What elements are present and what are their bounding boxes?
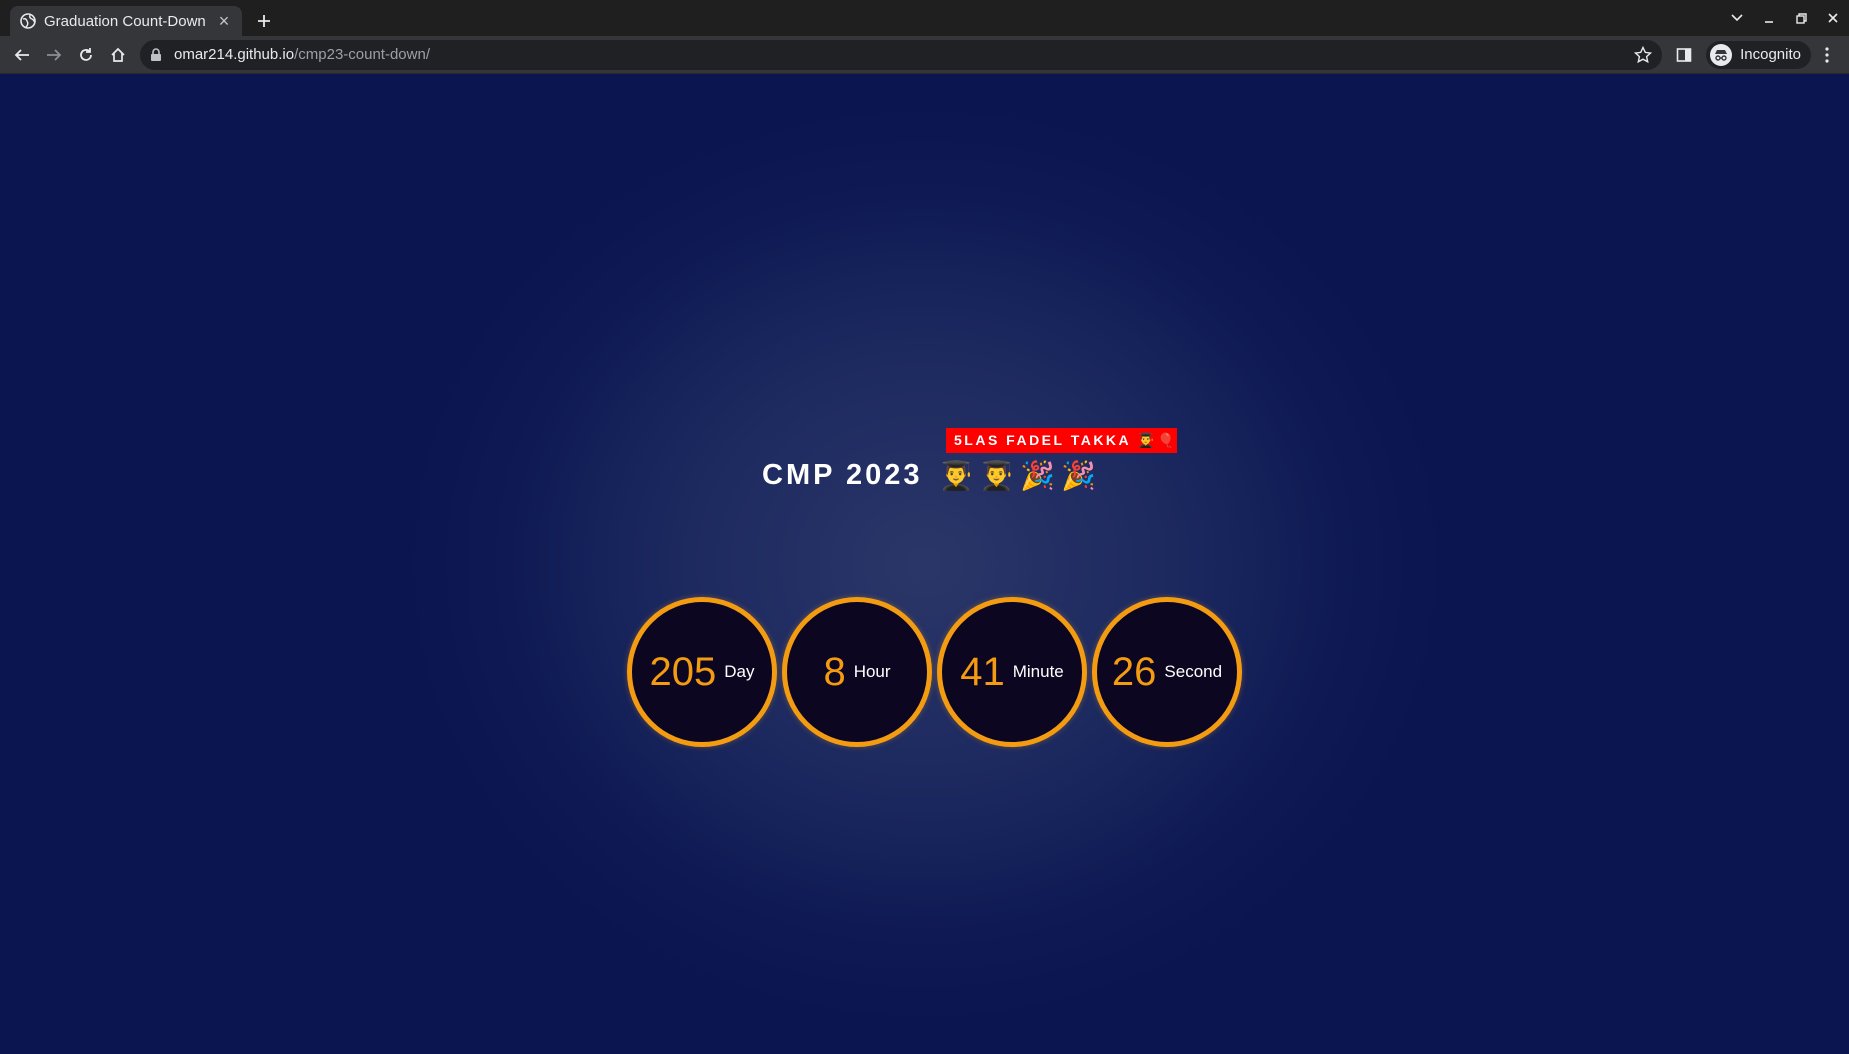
- globe-icon: [20, 13, 36, 29]
- chevron-down-icon: [1731, 14, 1743, 22]
- countdown-minutes: 41 Minute: [937, 597, 1087, 747]
- arrow-right-icon: [47, 48, 62, 61]
- incognito-icon: [1710, 43, 1733, 66]
- countdown-timer: 205 Day 8 Hour 41 Minute 26 Second: [627, 597, 1242, 747]
- arrow-left-icon: [14, 48, 29, 61]
- home-icon: [111, 47, 125, 62]
- restore-button[interactable]: [1785, 0, 1817, 36]
- plus-icon: [258, 15, 270, 27]
- url-path: /cmp23-count-down/: [294, 46, 430, 63]
- url-host: omar214.github.io: [174, 46, 295, 63]
- reload-button[interactable]: [70, 39, 102, 71]
- bookmark-star-icon[interactable]: [1634, 45, 1653, 64]
- close-window-button[interactable]: [1817, 0, 1849, 36]
- banner-ribbon: 5LAS FADEL TAKKA 👨‍🎓🎈: [946, 428, 1177, 453]
- countdown-days: 205 Day: [627, 597, 777, 747]
- lock-icon[interactable]: [150, 47, 164, 62]
- restore-icon: [1795, 12, 1807, 24]
- seconds-label: Second: [1164, 662, 1223, 681]
- minutes-value: 41: [960, 649, 1005, 694]
- tab-search-button[interactable]: [1721, 0, 1753, 36]
- tab-title: Graduation Count-Down: [44, 12, 206, 30]
- days-label: Day: [724, 662, 755, 681]
- close-tab-icon[interactable]: ×: [216, 12, 232, 30]
- page-content: 5LAS FADEL TAKKA 👨‍🎓🎈 CMP 2023 👨‍🎓👨‍🎓🎉🎉 …: [0, 74, 1849, 1054]
- home-button[interactable]: [102, 39, 134, 71]
- seconds-value: 26: [1111, 649, 1157, 694]
- minimize-button[interactable]: [1753, 0, 1785, 36]
- hours-label: Hour: [853, 662, 891, 681]
- forward-button[interactable]: [38, 39, 70, 71]
- side-panel-icon: [1676, 47, 1692, 62]
- new-tab-button[interactable]: [250, 7, 278, 35]
- minimize-icon: [1765, 21, 1773, 23]
- address-bar[interactable]: omar214.github.io/cmp23-count-down/: [140, 39, 1663, 70]
- more-vert-icon: [1825, 46, 1829, 63]
- minutes-label: Minute: [1012, 662, 1064, 681]
- menu-button[interactable]: [1811, 39, 1843, 71]
- profile-button[interactable]: Incognito: [1706, 40, 1811, 69]
- close-icon: [1828, 13, 1838, 23]
- browser-window: Graduation Count-Down × omar214.github.i…: [0, 0, 1849, 1054]
- profile-label: Incognito: [1740, 46, 1801, 63]
- countdown-seconds: 26 Second: [1092, 597, 1242, 747]
- browser-toolbar: omar214.github.io/cmp23-count-down/ Inco…: [0, 36, 1849, 74]
- back-button[interactable]: [6, 39, 38, 71]
- tab-graduation-count-down[interactable]: Graduation Count-Down ×: [10, 6, 242, 36]
- countdown-hours: 8 Hour: [782, 597, 932, 747]
- side-panel-button[interactable]: [1668, 39, 1700, 71]
- window-controls: [1721, 0, 1849, 36]
- tab-strip: Graduation Count-Down ×: [0, 0, 1849, 36]
- title-text: CMP 2023: [762, 458, 923, 491]
- reload-icon: [80, 47, 92, 61]
- hours-value: 8: [823, 649, 846, 694]
- days-value: 205: [649, 649, 717, 694]
- page-title: CMP 2023 👨‍🎓👨‍🎓🎉🎉: [762, 454, 1102, 496]
- title-emojis: 👨‍🎓👨‍🎓🎉🎉: [938, 459, 1102, 491]
